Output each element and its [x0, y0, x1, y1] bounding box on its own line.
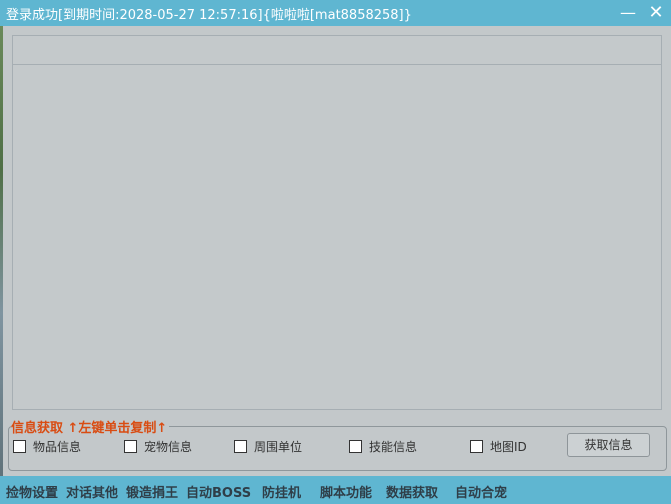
tab-auto-boss[interactable]: 自动BOSS [186, 482, 251, 501]
checkbox-box[interactable] [349, 439, 362, 453]
tab-pickup-settings[interactable]: 捡物设置 [6, 482, 58, 501]
nearby-units-checkbox[interactable]: 周围单位 [234, 438, 302, 454]
info-group-legend: 信息获取 ↑左键单击复制↑ [11, 417, 170, 436]
minimize-button[interactable]: — [616, 2, 640, 24]
background-strip [0, 26, 3, 504]
checkbox-label: 宠物信息 [144, 439, 193, 454]
window-title: 登录成功[到期时间:2028-05-27 12:57:16]{啦啦啦[mat88… [6, 8, 412, 23]
pet-info-checkbox[interactable]: 宠物信息 [124, 438, 192, 454]
map-id-checkbox[interactable]: 地图ID [470, 438, 527, 454]
close-button[interactable]: ✕ [644, 2, 668, 24]
tab-dialog-other[interactable]: 对话其他 [66, 482, 118, 501]
checkbox-label: 技能信息 [369, 439, 418, 454]
bottom-tab-bar: 捡物设置 对话其他 锻造捐王 自动BOSS 防挂机 脚本功能 数据获取 自动合宠 [0, 476, 671, 504]
tab-auto-merge-pet[interactable]: 自动合宠 [455, 482, 507, 501]
checkbox-box[interactable] [124, 439, 137, 453]
checkbox-label: 周围单位 [254, 439, 303, 454]
title-bar: 登录成功[到期时间:2028-05-27 12:57:16]{啦啦啦[mat88… [0, 0, 671, 26]
checkbox-label: 物品信息 [33, 439, 82, 454]
item-info-checkbox[interactable]: 物品信息 [13, 438, 81, 454]
tab-anti-afk[interactable]: 防挂机 [262, 482, 301, 501]
tab-script-functions[interactable]: 脚本功能 [320, 482, 372, 501]
info-list-view[interactable] [12, 35, 662, 410]
checkbox-box[interactable] [234, 439, 247, 453]
list-header [13, 36, 661, 65]
checkbox-label: 地图ID [490, 439, 527, 454]
fetch-info-button[interactable]: 获取信息 [567, 433, 650, 457]
checkbox-box[interactable] [13, 439, 26, 453]
tab-forge-donate[interactable]: 锻造捐王 [126, 482, 178, 501]
tab-data-fetch[interactable]: 数据获取 [386, 482, 438, 501]
checkbox-box[interactable] [470, 439, 483, 453]
skill-info-checkbox[interactable]: 技能信息 [349, 438, 417, 454]
